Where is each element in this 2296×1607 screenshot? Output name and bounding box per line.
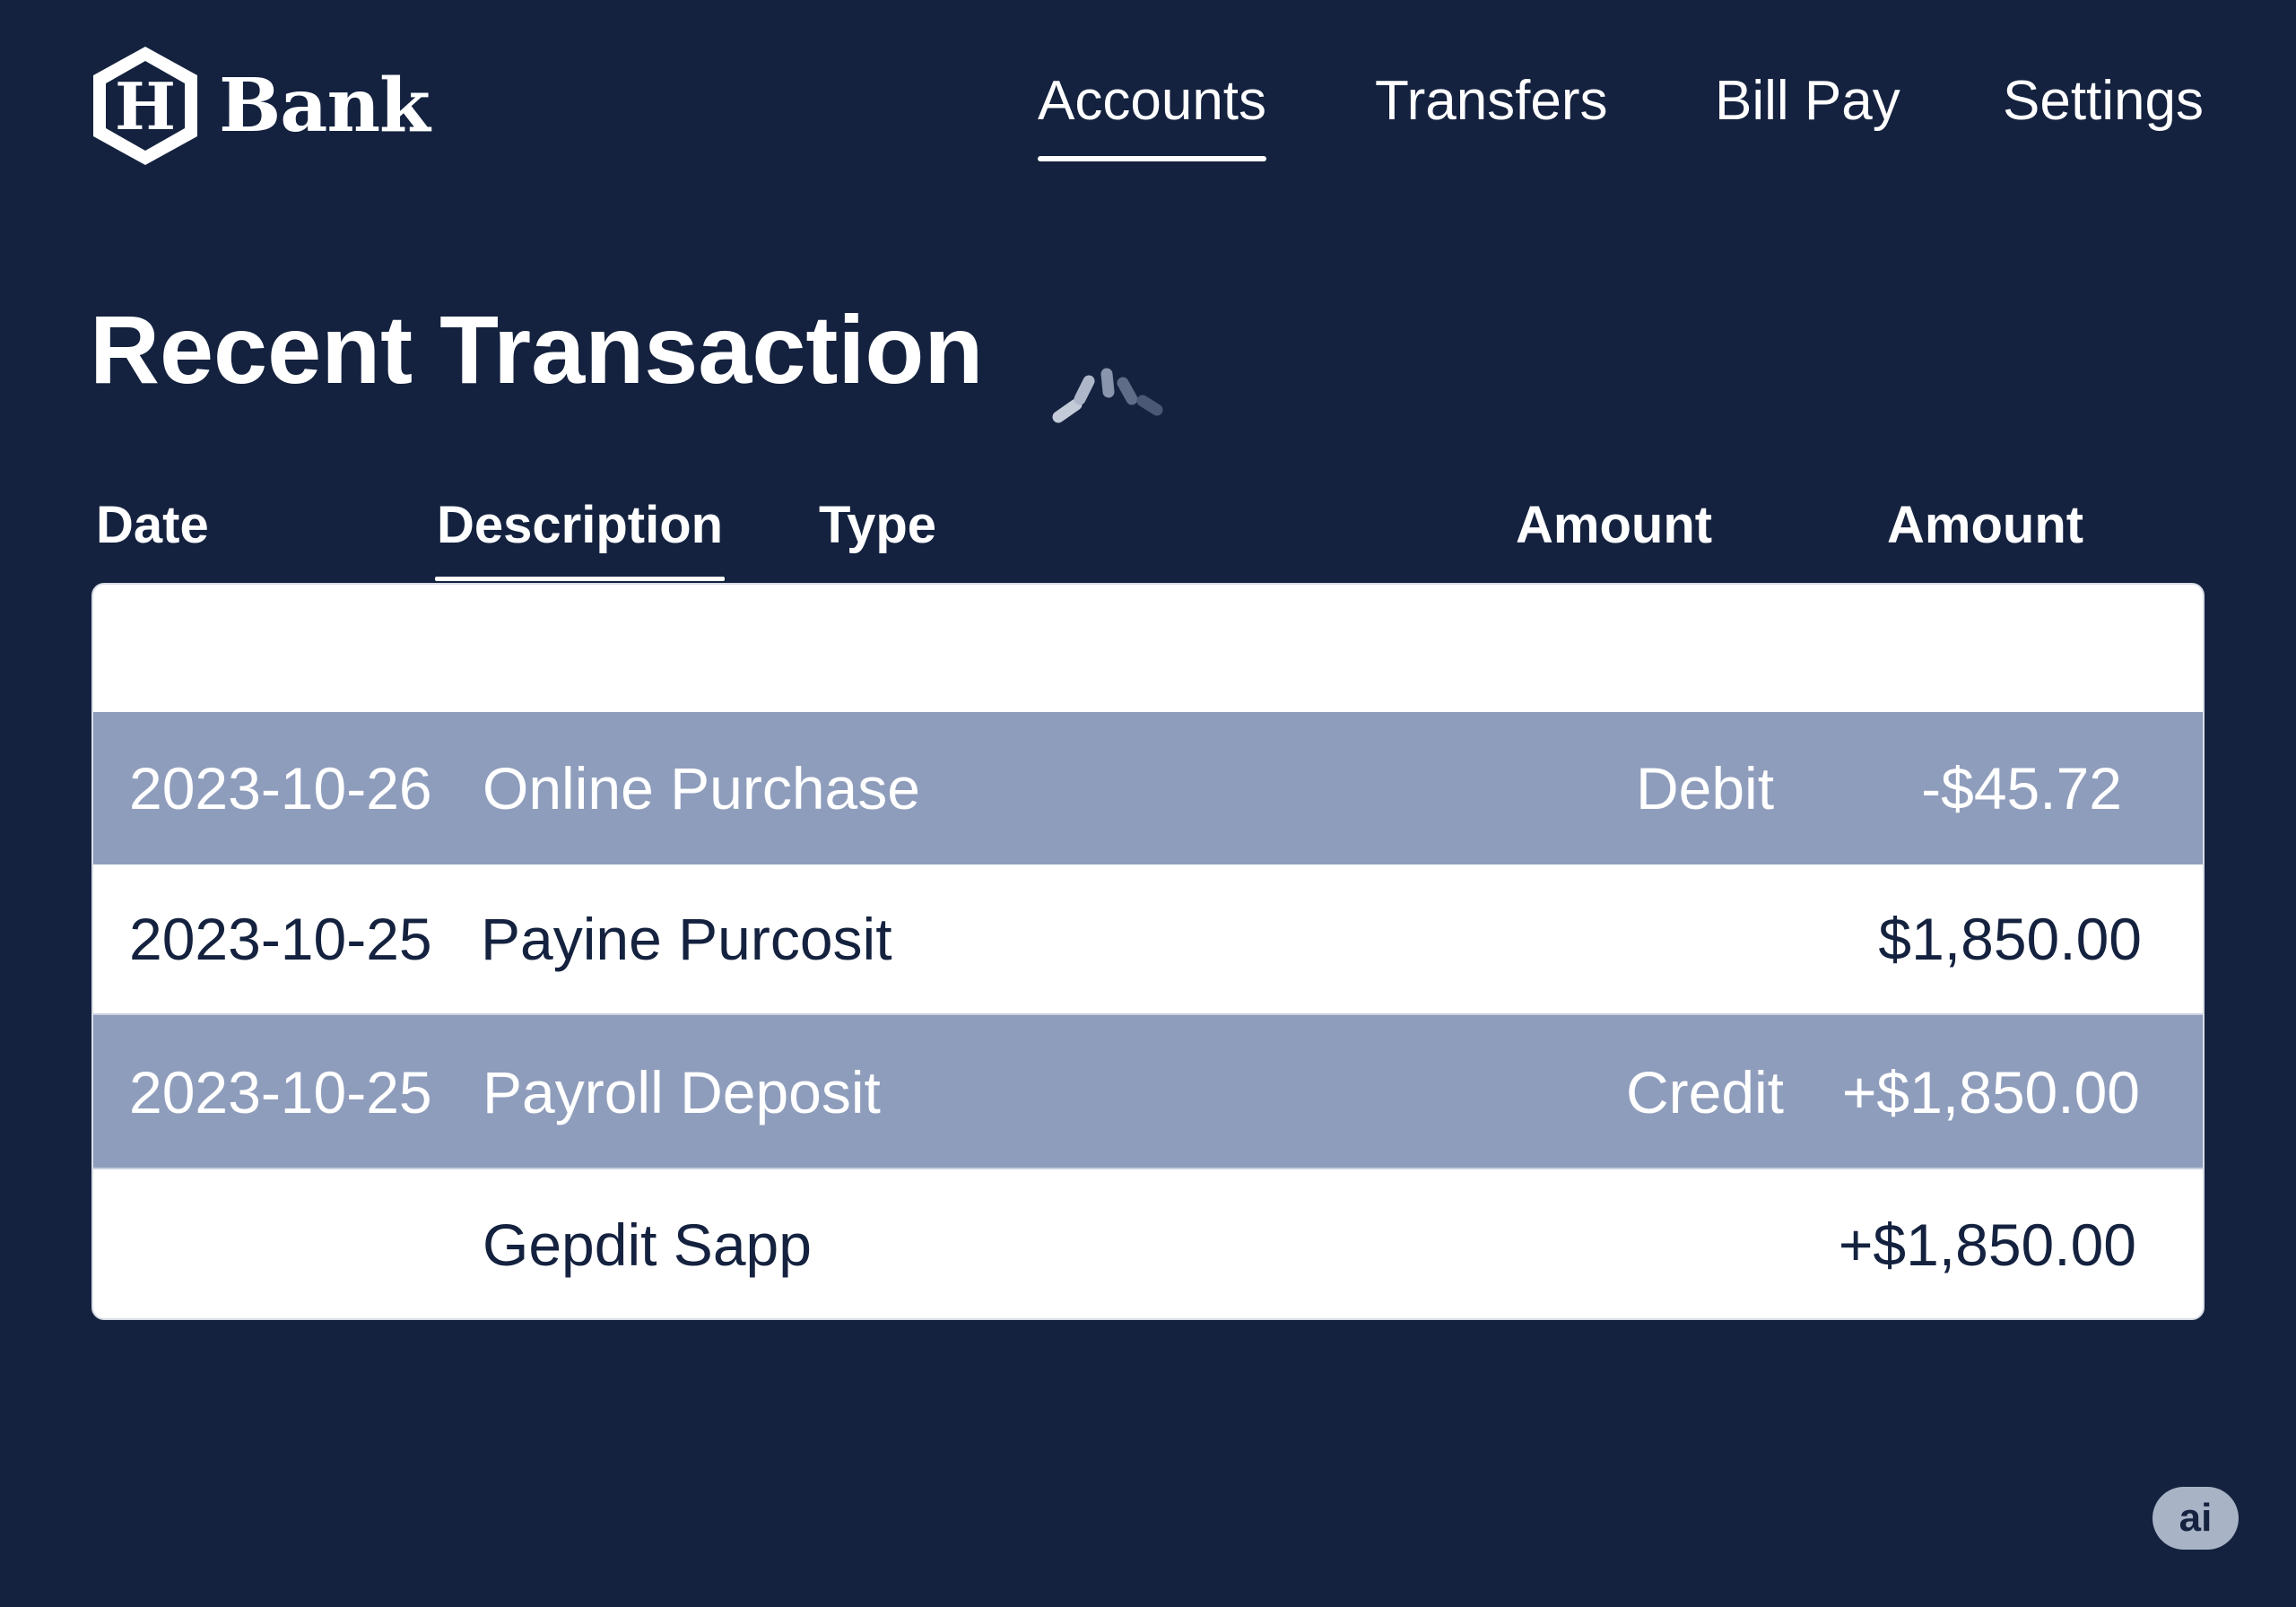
cell-date: 2023-10-25 <box>129 906 432 972</box>
bank-logo[interactable]: H Bank <box>90 43 430 169</box>
nav-settings[interactable]: Settings <box>2003 63 2204 161</box>
cell-description: Gepdit Sapp <box>483 1212 812 1278</box>
page-title: Recent Transaction <box>90 295 984 404</box>
table-row[interactable]: 2023-10-26 Online Purchase Debit -$45.72 <box>93 712 2203 864</box>
table-row[interactable]: Gepdit Sapp +$1,850.00 <box>93 1168 2203 1318</box>
cell-type <box>1526 1169 1884 1318</box>
column-header-date[interactable]: Date <box>96 484 209 581</box>
brand-name: Bank <box>219 63 430 149</box>
column-header-description[interactable]: Description <box>434 484 726 581</box>
ai-badge: ai <box>2152 1487 2239 1550</box>
cell-amount: +$1,850.00 <box>1838 1212 2136 1278</box>
loading-spinner-icon <box>1052 368 1163 423</box>
cell-description: Payine Purcosit <box>481 906 892 972</box>
table-header: Date Description Type Amount Amount <box>0 484 2296 583</box>
main-nav: Accounts Transfers Bill Pay Settings <box>1022 63 2215 161</box>
cell-date: 2023-10-26 <box>129 755 432 821</box>
cell-amount: -$45.72 <box>1921 755 2122 821</box>
cell-date: 2023-10-25 <box>129 1059 432 1125</box>
table-row[interactable]: 2023-10-25 Payine Purcosit $1,850.00 <box>93 864 2203 1013</box>
column-header-type[interactable]: Type <box>819 484 936 581</box>
column-header-amount[interactable]: Amount <box>1516 484 1712 581</box>
cell-type <box>1526 585 1884 712</box>
cell-amount: $1,850.00 <box>1878 906 2142 972</box>
transactions-table: 2023-10-26 Online Purchase Debit -$45.72… <box>91 583 2205 1320</box>
logo-letter: H <box>115 68 176 144</box>
cell-type: Credit <box>1625 1059 1785 1125</box>
nav-transfers[interactable]: Transfers <box>1375 63 1608 161</box>
table-row[interactable]: 2023-10-25 Payroll Deposit Credit +$1,85… <box>93 1013 2203 1169</box>
cell-type <box>1526 864 1884 1013</box>
cell-amount: +$1,850.00 <box>1841 1059 2140 1125</box>
table-row-empty <box>93 585 2203 712</box>
nav-bill-pay[interactable]: Bill Pay <box>1715 63 1900 161</box>
column-header-amount-2[interactable]: Amount <box>1887 484 2083 581</box>
cell-type: Debit <box>1635 755 1775 821</box>
hexagon-logo-icon: H <box>93 47 197 165</box>
cell-description: Online Purchase <box>483 755 920 821</box>
cell-description: Payroll Deposit <box>483 1059 881 1125</box>
nav-accounts[interactable]: Accounts <box>1038 63 1267 161</box>
